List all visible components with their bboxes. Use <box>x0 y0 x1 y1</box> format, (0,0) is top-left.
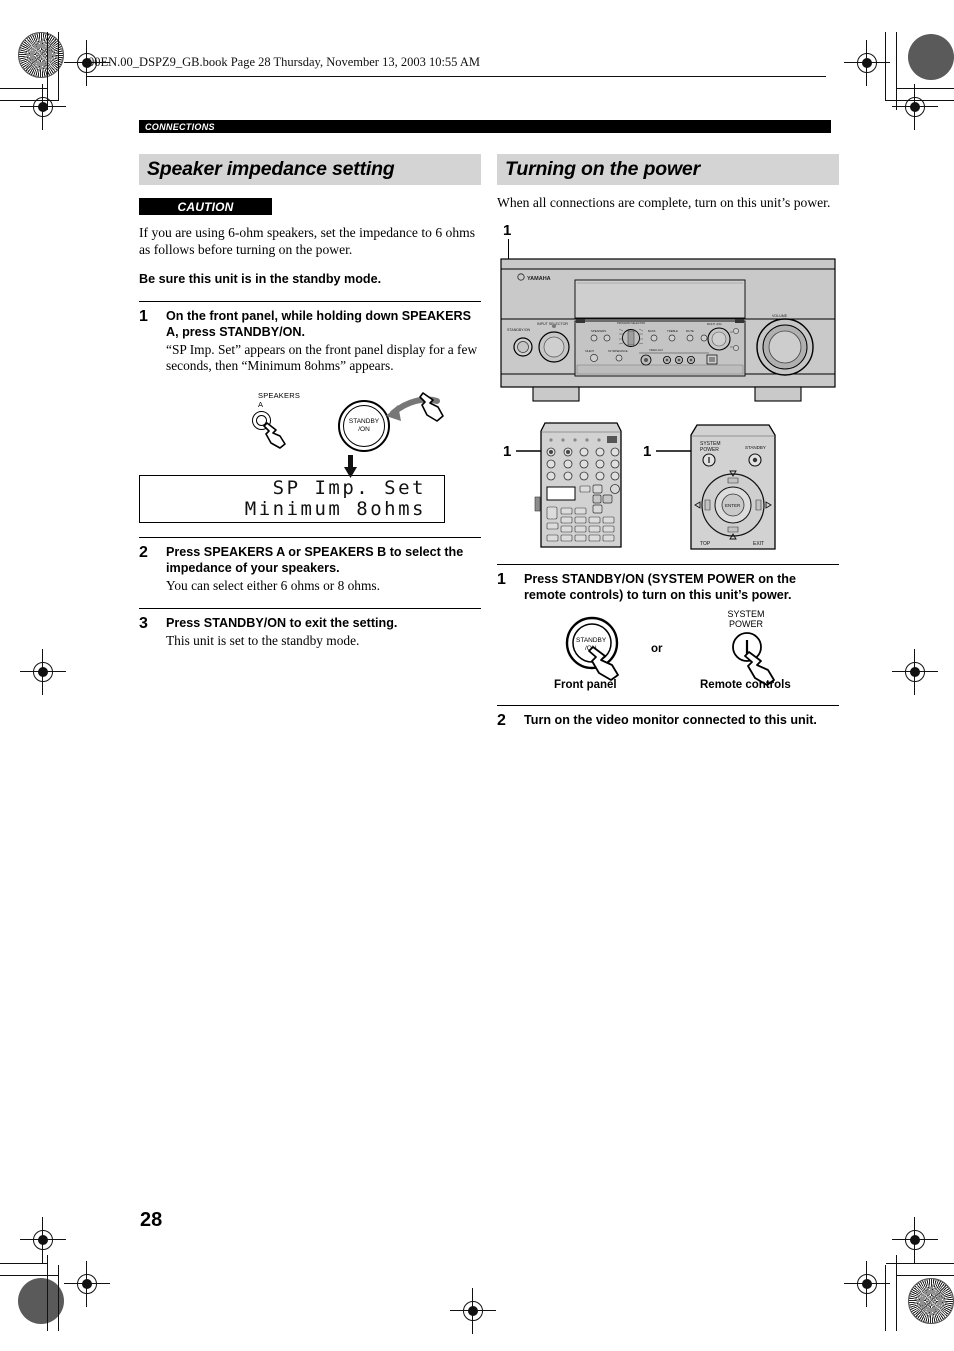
caution-text: If you are using 6-ohm speakers, set the… <box>139 225 475 257</box>
display-line-1: SP Imp. Set <box>272 476 426 499</box>
curved-arrow-icon <box>386 391 444 422</box>
flow-down-arrow-icon <box>344 454 357 478</box>
registration-crosshair-mid-bottom <box>450 1288 496 1334</box>
svg-text:VOLUME: VOLUME <box>772 314 788 318</box>
svg-text:MULTI JOG: MULTI JOG <box>707 322 722 326</box>
registration-crosshair-left-upper <box>20 84 66 130</box>
svg-text:VIDEO AUX: VIDEO AUX <box>649 348 663 352</box>
caution-label: CAUTION <box>177 199 234 214</box>
precondition-text: Be sure this unit is in the standby mode… <box>139 272 382 286</box>
remote-controls-illustration: 1 1 SYSTEM POWER STANDBY ENTER TOP EXIT <box>497 419 839 554</box>
step-divider <box>497 563 839 565</box>
receiver-front-panel-illustration: YAMAHA STANDBY/ON INPUT SELECTOR SPEAKER… <box>497 253 839 405</box>
receiver-callout: 1 <box>497 221 839 263</box>
step-number: 2 <box>497 711 506 729</box>
step-number: 1 <box>139 308 148 325</box>
intro-text: When all connections are complete, turn … <box>497 195 831 210</box>
registration-crosshair-right-upper <box>892 84 938 130</box>
step-item: 2 Turn on the video monitor connected to… <box>497 712 839 729</box>
step-item: 2 Press SPEAKERS A or SPEAKERS B to sele… <box>139 544 481 594</box>
step-description: This unit is set to the standby mode. <box>166 632 360 648</box>
left-column: Speaker impedance setting CAUTION If you… <box>139 154 481 729</box>
svg-text:EXIT: EXIT <box>753 541 764 547</box>
step-divider <box>139 536 481 538</box>
section-header-speaker-impedance: Speaker impedance setting <box>139 154 481 185</box>
step-number: 1 <box>497 570 506 588</box>
svg-text:SPEAKERS: SPEAKERS <box>591 329 606 333</box>
registration-crosshair-right-lower <box>892 1217 938 1263</box>
standby-line2: /ON <box>358 425 370 433</box>
registration-starburst-bottom-right <box>908 1278 954 1324</box>
step-number: 3 <box>139 614 148 632</box>
running-head-text: CONNECTIONS <box>145 121 215 132</box>
step-divider <box>497 704 839 706</box>
speakers-a-label: A <box>258 399 264 409</box>
section-header-turning-on-power: Turning on the power <box>497 154 839 185</box>
step-item: 1 Press STANDBY/ON (SYSTEM POWER on the … <box>497 571 839 603</box>
svg-text:STANDBY: STANDBY <box>745 445 766 450</box>
system-power-label: SYSTEM POWER <box>713 609 779 630</box>
display-line-2: Minimum 8ohms <box>244 497 426 520</box>
hand-pointer-icon-speakers <box>263 421 286 449</box>
registration-crosshair-bottom-right <box>844 1261 890 1307</box>
system-power-line2: POWER <box>728 619 763 629</box>
step-title: Press STANDBY/ON to exit the setting. <box>166 615 398 630</box>
column-gutter <box>481 154 497 729</box>
svg-text:TOP: TOP <box>700 541 711 547</box>
power-button-illustration: STANDBY /ON SYSTEM POWER or Front <box>497 609 839 699</box>
manual-page: 00EN.00_DSPZ9_GB.book Page 28 Thursday, … <box>0 0 954 1351</box>
step-description: “SP Imp. Set” appears on the front panel… <box>166 342 478 374</box>
remote-controls-caption: Remote controls <box>700 678 791 691</box>
registration-crosshair-mid-right <box>892 649 938 695</box>
section-title-left: Speaker impedance setting <box>147 158 395 180</box>
svg-text:SP IMPEDANCE: SP IMPEDANCE <box>608 349 628 353</box>
svg-text:BASS: BASS <box>648 329 656 333</box>
step-description: You can select either 6 ohms or 8 ohms. <box>166 577 380 593</box>
svg-text:ENTER: ENTER <box>725 503 741 508</box>
book-file-header-text: 00EN.00_DSPZ9_GB.book Page 28 Thursday, … <box>88 55 480 69</box>
caution-badge: CAUTION <box>139 198 272 215</box>
step-title: Press SPEAKERS A or SPEAKERS B to select… <box>166 544 464 575</box>
svg-text:POWER: POWER <box>700 447 719 453</box>
page-content: CONNECTIONS Speaker impedance setting CA… <box>139 120 839 729</box>
registration-crosshair-mid-left <box>20 649 66 695</box>
running-head-bar: CONNECTIONS <box>139 120 831 133</box>
step-divider <box>139 607 481 609</box>
header-rule <box>86 76 826 77</box>
svg-text:STANDBY: STANDBY <box>576 637 607 644</box>
step-number: 2 <box>139 543 148 561</box>
callout-number: 1 <box>503 221 512 239</box>
svg-text:SILENT: SILENT <box>585 349 594 353</box>
step-divider <box>139 301 481 302</box>
registration-crosshair-top-right <box>844 40 890 86</box>
right-column: Turning on the power When all connection… <box>497 154 839 729</box>
step-title: Turn on the video monitor connected to t… <box>524 712 817 727</box>
registration-crosshair-left-lower <box>20 1217 66 1263</box>
speakers-standby-illustration: SPEAKERS A STANDBY /ON <box>139 389 481 478</box>
svg-text:YAMAHA: YAMAHA <box>527 276 551 282</box>
page-number: 28 <box>140 1209 163 1231</box>
step-title: Press STANDBY/ON (SYSTEM POWER on the re… <box>524 571 796 602</box>
speakers-label: SPEAKERS <box>258 390 301 400</box>
book-file-header: 00EN.00_DSPZ9_GB.book Page 28 Thursday, … <box>86 55 826 77</box>
two-column-layout: Speaker impedance setting CAUTION If you… <box>139 154 839 729</box>
svg-text:STANDBY/ON: STANDBY/ON <box>507 328 531 332</box>
step-title: On the front panel, while holding down S… <box>166 309 472 339</box>
section-title-right: Turning on the power <box>505 158 700 180</box>
system-power-line1: SYSTEM <box>727 608 765 619</box>
standby-line1: STANDBY <box>348 418 380 426</box>
svg-text:PROGRAM SELECTOR: PROGRAM SELECTOR <box>617 321 645 325</box>
registration-solid-top-right <box>908 34 954 80</box>
svg-text:MUTE: MUTE <box>686 329 694 333</box>
front-panel-caption: Front panel <box>554 678 617 691</box>
registration-crosshair-bottom-left <box>64 1261 110 1307</box>
svg-text:TREBLE: TREBLE <box>667 329 678 333</box>
front-panel-display: SP Imp. Set Minimum 8ohms <box>139 474 445 523</box>
step-item: 3 Press STANDBY/ON to exit the setting. … <box>139 615 481 649</box>
step-item: 1 On the front panel, while holding down… <box>139 308 481 375</box>
or-label: or <box>651 642 663 655</box>
